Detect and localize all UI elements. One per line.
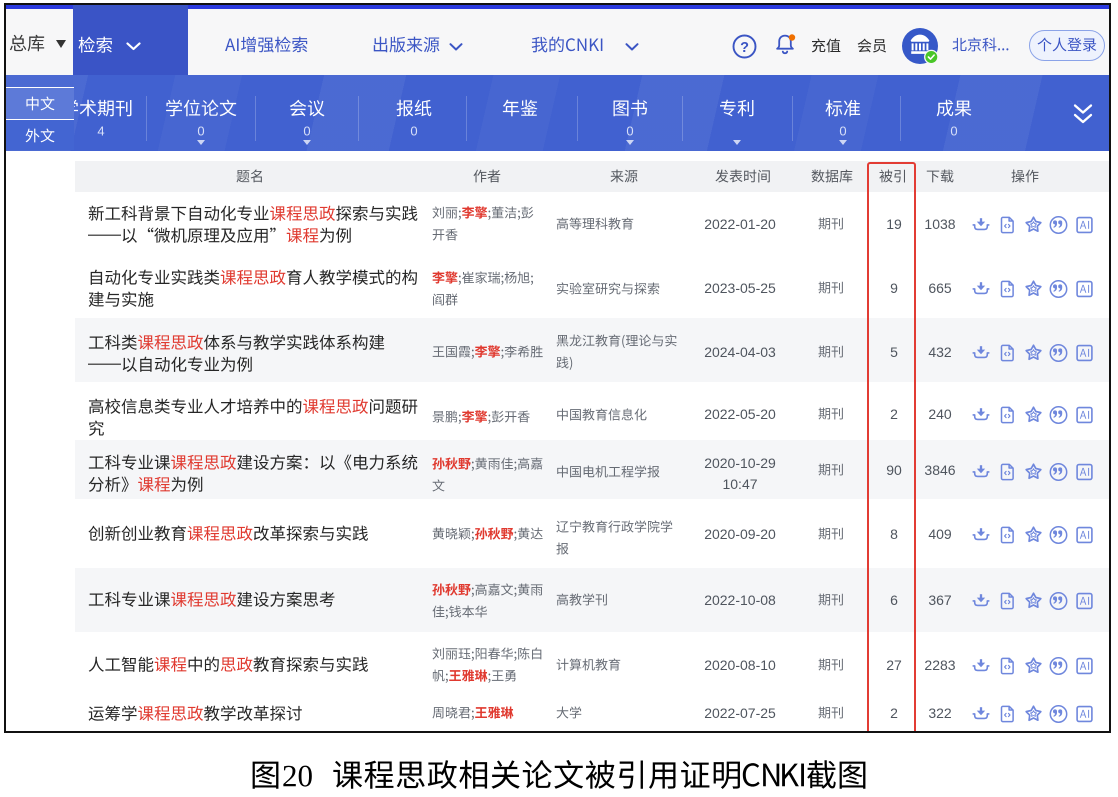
svg-text:?: ? [740, 40, 749, 56]
